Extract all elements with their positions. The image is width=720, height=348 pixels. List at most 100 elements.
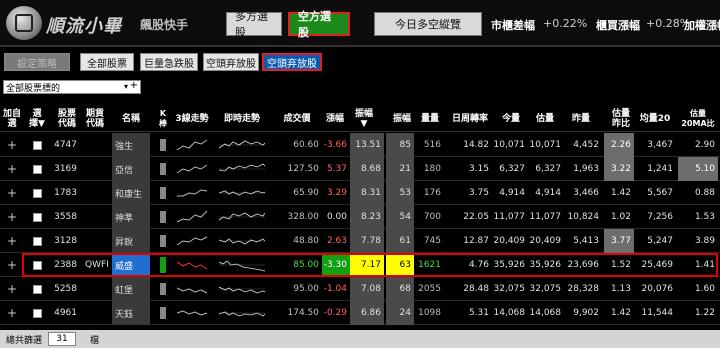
row-checkbox[interactable] bbox=[26, 181, 48, 205]
col-turnover[interactable]: 日周轉率 bbox=[448, 106, 492, 132]
col-est-20ma[interactable]: 估量 20MA比 bbox=[678, 106, 718, 132]
table-row[interactable]: +4747 強生 60.60 -3.66 13.51 85 516 14.82 10,071 10… bbox=[0, 133, 720, 157]
intraday-chart bbox=[214, 181, 270, 205]
set-strategy-button[interactable]: 設定策略 bbox=[4, 53, 70, 71]
cell-amp2: 85 bbox=[386, 133, 414, 157]
cell-change: 0.00 bbox=[326, 212, 347, 222]
cell-fcode bbox=[82, 133, 110, 157]
col-code[interactable]: 股票 代碼 bbox=[54, 106, 80, 132]
long-pick-button[interactable]: 多方選股 bbox=[226, 10, 282, 39]
daily-overview-button[interactable]: 今日多空縱覽 bbox=[374, 12, 482, 36]
cell-name[interactable]: 昇銳 bbox=[112, 229, 150, 253]
cell-amp2: 53 bbox=[386, 181, 414, 205]
all-stocks-button[interactable]: 全部股票 bbox=[80, 53, 134, 71]
col-est-ratio[interactable]: 估量 昨比 bbox=[608, 106, 634, 132]
add-watchlist-icon[interactable]: + bbox=[2, 301, 22, 325]
checkbox[interactable] bbox=[32, 284, 42, 294]
cell-name[interactable]: 虹堡 bbox=[112, 277, 150, 301]
three-line-sparkline bbox=[172, 229, 212, 253]
checkbox[interactable] bbox=[32, 236, 42, 246]
checkbox[interactable] bbox=[32, 188, 42, 198]
checkbox[interactable] bbox=[32, 164, 42, 174]
cell-code: 2388 bbox=[54, 260, 77, 270]
table-row[interactable]: +3558 神準 328.00 0.00 8.23 54 700 22.05 11,077 11,… bbox=[0, 205, 720, 229]
cell-name[interactable]: 和康生 bbox=[112, 181, 150, 205]
col-avg20[interactable]: 均量20 bbox=[638, 106, 672, 132]
table-row[interactable]: +1783 和康生 65.90 3.29 8.31 53 176 3.75 4,914 4,914… bbox=[0, 181, 720, 205]
cell-turnover: 28.48 bbox=[463, 284, 489, 294]
footer-bar: 總共篩選 31 檔 bbox=[0, 330, 720, 348]
row-checkbox[interactable] bbox=[26, 301, 48, 325]
cell-name[interactable]: 亞信 bbox=[112, 157, 150, 181]
cell-ratio: 2.26 bbox=[604, 133, 634, 157]
add-watchlist-icon[interactable]: + bbox=[2, 133, 22, 157]
col-add[interactable]: 加自 選 bbox=[2, 106, 22, 132]
row-checkbox[interactable] bbox=[26, 157, 48, 181]
strategy-bar: 設定策略 全部股票 巨量急跌股 空頭弃放股 空頭弃放股 bbox=[0, 50, 720, 74]
col-pick[interactable]: 選 擇▼ bbox=[26, 106, 48, 132]
cell-name[interactable]: 神準 bbox=[112, 205, 150, 229]
candle-bar bbox=[160, 307, 166, 319]
add-watchlist-icon[interactable]: + bbox=[2, 277, 22, 301]
cell-turnover: 5.31 bbox=[468, 308, 489, 318]
three-line-sparkline bbox=[172, 277, 212, 301]
app-subtitle: 飆股快手 bbox=[140, 18, 189, 32]
checkbox[interactable] bbox=[32, 140, 42, 150]
table-row[interactable]: +2388 QWFI 威盛 85.00 -3.30 7.17 63 1621 4.76 35,92… bbox=[0, 253, 720, 277]
row-checkbox[interactable] bbox=[26, 133, 48, 157]
col-today[interactable]: 今量 bbox=[496, 106, 526, 132]
stock-universe-select[interactable]: 全部股票標的 ▾ + bbox=[3, 80, 141, 94]
col-est[interactable]: 估量 bbox=[530, 106, 560, 132]
row-checkbox[interactable] bbox=[26, 229, 48, 253]
col-volume[interactable]: 量量 bbox=[418, 106, 442, 132]
col-intraday[interactable]: 即時走勢 bbox=[214, 106, 270, 132]
table-row[interactable]: +3169 亞信 127.50 5.37 8.68 21 180 3.15 6,327 6,327… bbox=[0, 157, 720, 181]
chevron-down-icon[interactable]: ▾ bbox=[124, 82, 128, 91]
col-name[interactable]: 名稱 bbox=[112, 106, 150, 132]
col-yest[interactable]: 昨量 bbox=[566, 106, 596, 132]
checkbox[interactable] bbox=[32, 212, 42, 222]
short-release-button[interactable]: 空頭弃放股 bbox=[203, 53, 259, 71]
col-price[interactable]: 成交價 bbox=[272, 106, 322, 132]
cell-fcode bbox=[82, 157, 110, 181]
three-line-sparkline bbox=[172, 301, 212, 325]
add-watchlist-icon[interactable]: + bbox=[2, 157, 22, 181]
cell-code: 4747 bbox=[54, 140, 77, 150]
col-amplitude[interactable]: 振幅 ▼ bbox=[350, 106, 378, 132]
row-checkbox[interactable] bbox=[26, 253, 48, 277]
cell-name[interactable]: 威盛 bbox=[112, 253, 150, 277]
cell-fcode bbox=[82, 277, 110, 301]
big-drop-button[interactable]: 巨量急跌股 bbox=[140, 53, 198, 71]
add-watchlist-icon[interactable]: + bbox=[2, 253, 22, 277]
cell-ma20: 1.41 bbox=[694, 260, 715, 270]
table-row[interactable]: +5258 虹堡 95.00 -1.04 7.08 68 2055 28.48 32,075 32… bbox=[0, 277, 720, 301]
col-3line[interactable]: 3線走勢 bbox=[172, 106, 212, 132]
row-checkbox[interactable] bbox=[26, 205, 48, 229]
cell-today: 4,914 bbox=[499, 188, 525, 198]
short-release-active-button[interactable]: 空頭弃放股 bbox=[262, 53, 322, 71]
cell-amp2: 21 bbox=[386, 157, 414, 181]
col-change[interactable]: 漲幅 bbox=[322, 106, 348, 132]
table-row[interactable]: +3128 昇銳 48.80 2.63 7.78 61 745 12.87 20,409 20,4… bbox=[0, 229, 720, 253]
cell-avg20: 1,241 bbox=[647, 164, 673, 174]
checkbox[interactable] bbox=[32, 260, 42, 270]
cell-amp: 8.23 bbox=[350, 205, 384, 229]
cell-name[interactable]: 天鈺 bbox=[112, 301, 150, 325]
add-watchlist-icon[interactable]: + bbox=[2, 229, 22, 253]
table-row[interactable]: +4961 天鈺 174.50 -0.29 6.86 24 1098 5.31 14,068 14… bbox=[0, 301, 720, 325]
add-icon[interactable]: + bbox=[130, 80, 138, 91]
cell-today: 35,926 bbox=[493, 260, 526, 270]
add-watchlist-icon[interactable]: + bbox=[2, 205, 22, 229]
candle-bar bbox=[160, 257, 166, 273]
checkbox[interactable] bbox=[32, 308, 42, 318]
cell-name[interactable]: 強生 bbox=[112, 133, 150, 157]
row-checkbox[interactable] bbox=[26, 277, 48, 301]
cell-amp: 13.51 bbox=[350, 133, 384, 157]
col-k[interactable]: K 棒 bbox=[156, 106, 170, 132]
otc-diff-label: 市櫃差幅 bbox=[491, 19, 535, 32]
col-futures-code[interactable]: 期貨 代碼 bbox=[82, 106, 108, 132]
short-pick-button[interactable]: 空方選股 bbox=[288, 10, 350, 39]
add-watchlist-icon[interactable]: + bbox=[2, 181, 22, 205]
col-amplitude2[interactable]: 振幅 bbox=[390, 106, 414, 132]
cell-code: 4961 bbox=[54, 308, 77, 318]
